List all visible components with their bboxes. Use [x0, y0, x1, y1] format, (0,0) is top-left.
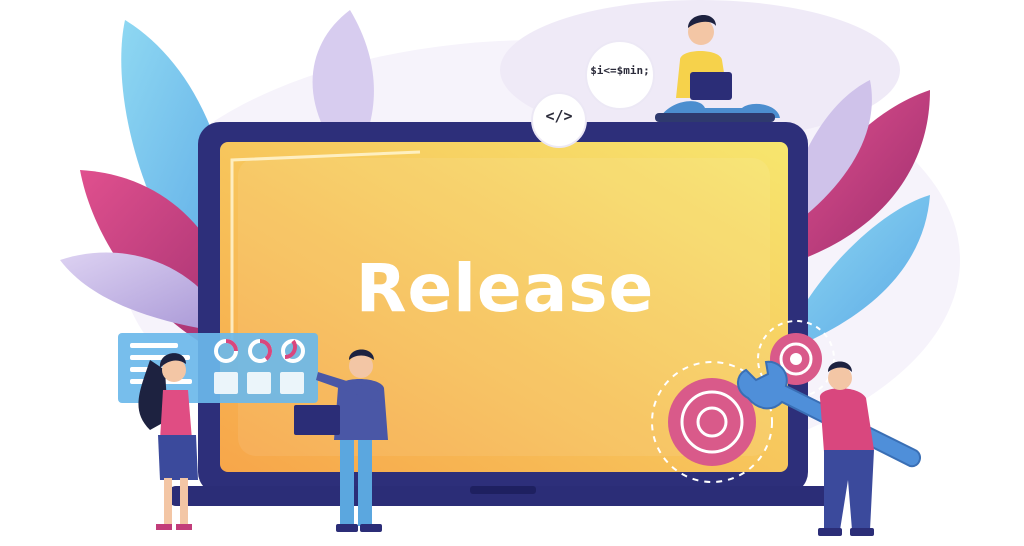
code-line-text: $i<=$min;: [590, 64, 650, 77]
laptop-notch: [470, 486, 536, 494]
code-tag-text: </>: [545, 107, 573, 125]
page-title: Release: [355, 250, 655, 327]
